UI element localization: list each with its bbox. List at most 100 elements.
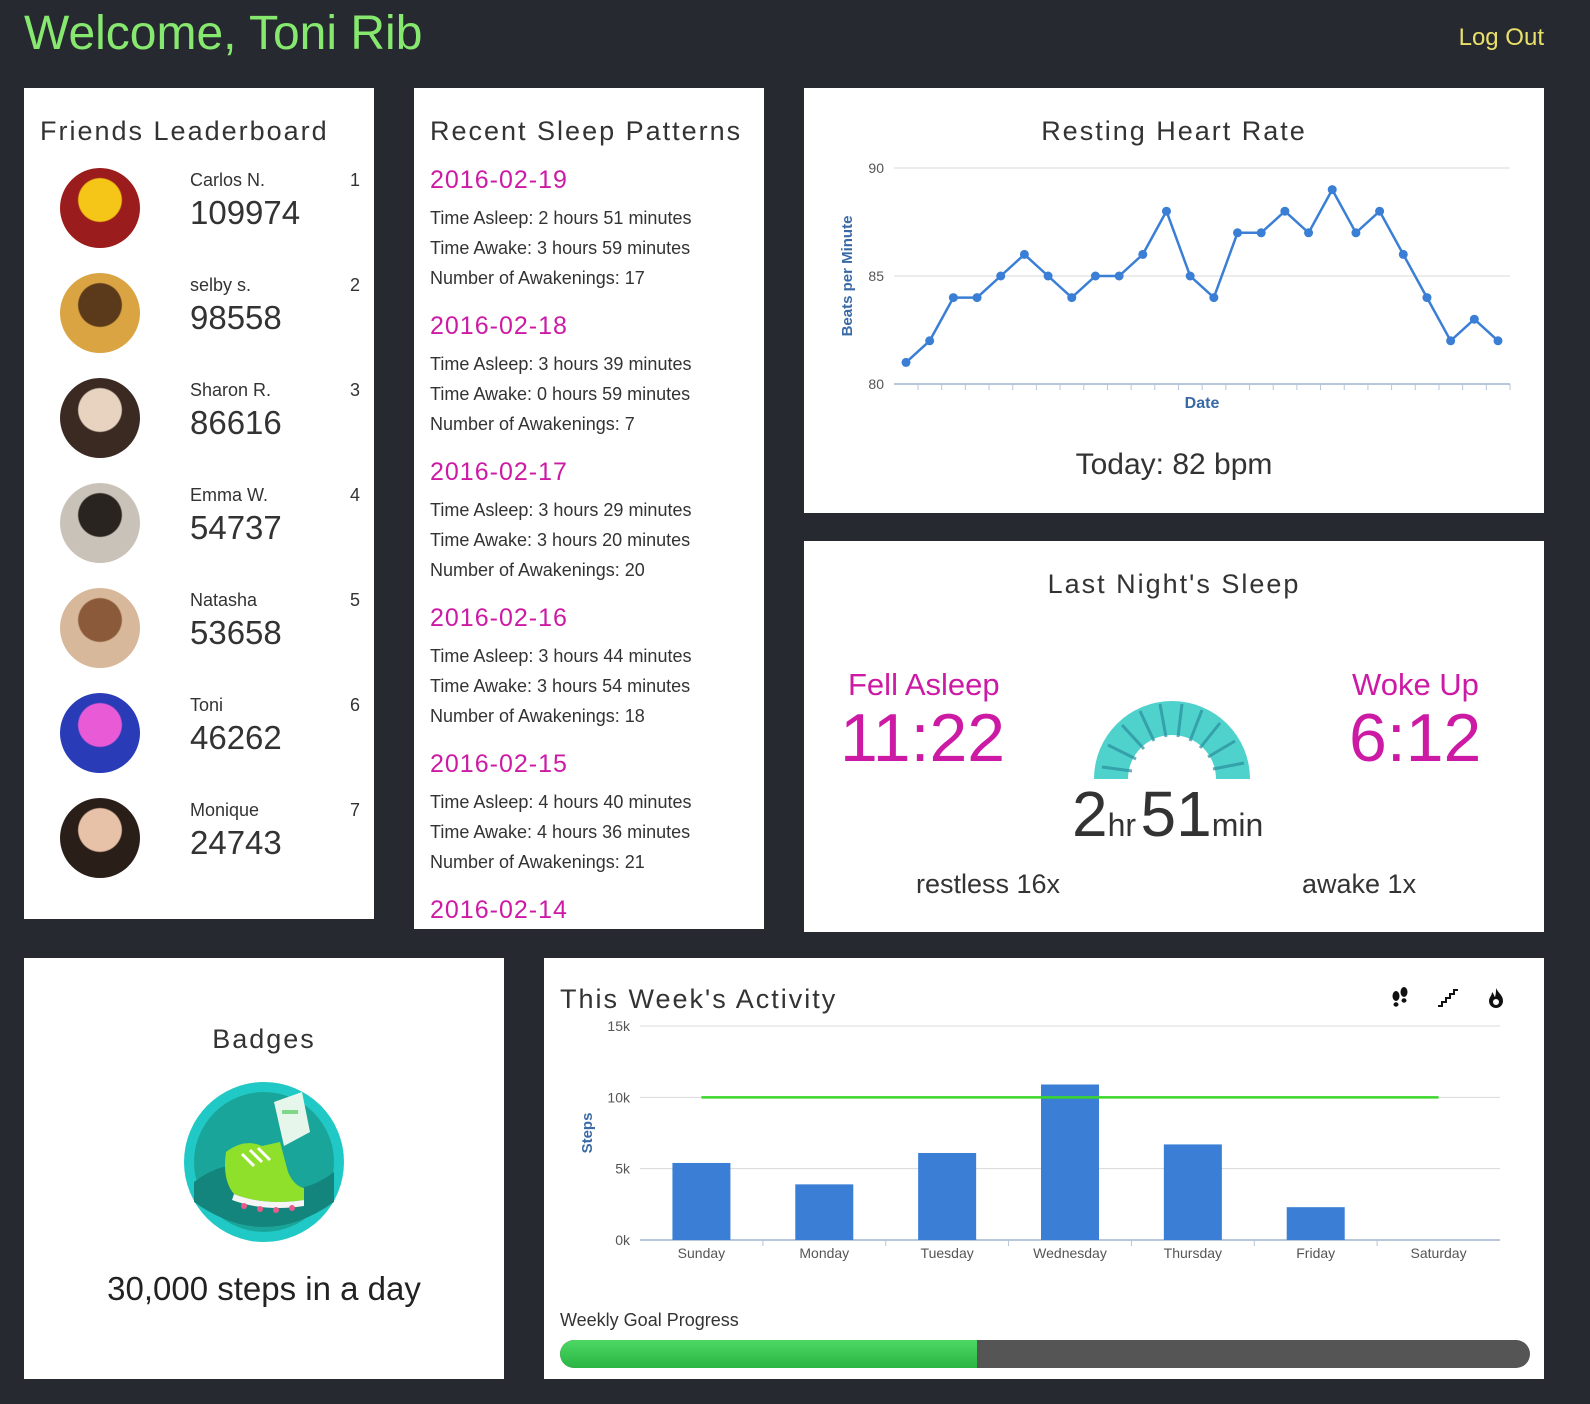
leaderboard-name: Natasha bbox=[190, 590, 258, 610]
sleep-date: 2016-02-17 bbox=[430, 458, 568, 486]
leaderboard-rank: 1 bbox=[350, 170, 361, 190]
leaderboard-row[interactable]: selby s. 2 98558 bbox=[60, 273, 360, 363]
leaderboard-score: 24743 bbox=[190, 824, 282, 861]
x-tick-label: Monday bbox=[799, 1245, 849, 1261]
leaderboard-name: Carlos N. bbox=[190, 170, 266, 190]
leaderboard-row[interactable]: Carlos N. 1 109974 bbox=[60, 168, 360, 258]
welcome-heading: Welcome, Toni Rib bbox=[24, 7, 423, 60]
leaderboard-score: 46262 bbox=[190, 719, 282, 756]
stairs-icon[interactable] bbox=[1436, 986, 1460, 1010]
sleep-pattern-entry: 2016-02-17 Time Asleep: 3 hours 29 minute… bbox=[430, 458, 760, 585]
leaderboard-rank: 6 bbox=[350, 695, 361, 715]
awake-count: awake 1x bbox=[1302, 869, 1417, 899]
y-tick-label: 90 bbox=[868, 160, 884, 176]
time-asleep: Time Asleep: 3 hours 39 minutes bbox=[430, 354, 692, 374]
avatar[interactable] bbox=[60, 168, 140, 248]
number-of-awakenings: Number of Awakenings: 21 bbox=[430, 852, 645, 872]
heart-rate-point bbox=[1067, 293, 1077, 303]
leaderboard-rank: 2 bbox=[350, 275, 361, 295]
leaderboard-row[interactable]: Toni 6 46262 bbox=[60, 693, 360, 783]
logout-link[interactable]: Log Out bbox=[1459, 24, 1544, 52]
fell-asleep-label: Fell Asleep bbox=[848, 667, 1000, 702]
x-tick-label: Saturday bbox=[1411, 1245, 1467, 1261]
heart-rate-point bbox=[1351, 228, 1361, 238]
x-axis-label: Date bbox=[1185, 395, 1220, 412]
leaderboard-rank: 4 bbox=[350, 485, 361, 505]
x-tick-label: Tuesday bbox=[921, 1245, 974, 1261]
avatar[interactable] bbox=[60, 588, 140, 668]
sleep-hours: 2 bbox=[1072, 778, 1108, 850]
heart-rate-point bbox=[996, 271, 1006, 281]
weekly-steps-chart: 0k 5k 10k 15k Sunday Monday Tuesday Wednesday Th… bbox=[579, 1018, 1500, 1261]
time-awake: Time Awake: 3 hours 20 minutes bbox=[430, 530, 691, 550]
y-tick-label: 85 bbox=[868, 268, 884, 284]
weekly-goal-label: Weekly Goal Progress bbox=[560, 1310, 739, 1330]
leaderboard-row[interactable]: Monique 7 24743 bbox=[60, 798, 360, 888]
heart-rate-point bbox=[1422, 293, 1432, 303]
sleep-date: 2016-02-14 bbox=[430, 896, 568, 924]
number-of-awakenings: Number of Awakenings: 20 bbox=[430, 560, 645, 580]
flame-icon[interactable] bbox=[1484, 986, 1508, 1010]
sleep-duration: 2hr 51min bbox=[1072, 777, 1263, 851]
number-of-awakenings: Number of Awakenings: 17 bbox=[430, 268, 645, 288]
avatar[interactable] bbox=[60, 798, 140, 878]
heart-rate-point bbox=[1019, 249, 1029, 259]
leaderboard-score: 86616 bbox=[190, 404, 282, 441]
leaderboard-name: Toni bbox=[190, 695, 224, 715]
steps-bar bbox=[1041, 1084, 1099, 1240]
leaderboard-name: Sharon R. bbox=[190, 380, 272, 400]
time-asleep: Time Asleep: 3 hours 29 minutes bbox=[430, 500, 692, 520]
fell-asleep-time: 11:22 bbox=[840, 700, 1006, 776]
sleep-pattern-entry: 2016-02-15 Time Asleep: 4 hours 40 minute… bbox=[430, 750, 760, 877]
sneaker-badge-icon[interactable] bbox=[184, 1082, 344, 1242]
sleep-pattern-entry: 2016-02-19 Time Asleep: 2 hours 51 minute… bbox=[430, 166, 760, 293]
avatar[interactable] bbox=[60, 378, 140, 458]
restless-count: restless 16x bbox=[916, 869, 1061, 899]
heart-rate-point bbox=[925, 336, 935, 346]
heart-rate-point bbox=[1327, 185, 1337, 195]
time-awake: Time Awake: 3 hours 59 minutes bbox=[430, 238, 691, 258]
leaderboard-row[interactable]: Emma W. 4 54737 bbox=[60, 483, 360, 573]
x-tick-label: Sunday bbox=[678, 1245, 725, 1261]
sleep-minutes-unit: min bbox=[1211, 807, 1264, 843]
leaderboard-row[interactable]: Sharon R. 3 86616 bbox=[60, 378, 360, 468]
heart-rate-point bbox=[1446, 336, 1456, 346]
heart-rate-point bbox=[1114, 271, 1124, 281]
y-tick-label: 0k bbox=[615, 1232, 631, 1248]
leaderboard-rank: 5 bbox=[350, 590, 361, 610]
y-tick-label: 10k bbox=[607, 1089, 631, 1105]
badge-description: 30,000 steps in a day bbox=[107, 1270, 421, 1307]
steps-bar bbox=[795, 1184, 854, 1240]
heart-rate-chart: 80 85 90 Date Beats per Minute bbox=[839, 160, 1511, 412]
steps-bar bbox=[1286, 1207, 1345, 1240]
heart-rate-point bbox=[948, 293, 958, 303]
number-of-awakenings: Number of Awakenings: 7 bbox=[430, 414, 635, 434]
avatar[interactable] bbox=[60, 483, 140, 563]
y-axis-label: Steps bbox=[579, 1113, 596, 1154]
time-asleep: Time Asleep: 3 hours 44 minutes bbox=[430, 646, 692, 666]
footsteps-icon[interactable] bbox=[1388, 986, 1412, 1010]
heart-rate-point bbox=[1138, 249, 1148, 259]
leaderboard-name: Monique bbox=[190, 800, 260, 820]
y-tick-label: 5k bbox=[615, 1161, 631, 1177]
time-asleep: Time Asleep: 4 hours 40 minutes bbox=[430, 792, 692, 812]
weekly-activity-panel: This Week's Activity 0k 5k 10k 15k Sunday Mon… bbox=[544, 958, 1544, 1379]
heart-rate-point bbox=[901, 357, 911, 367]
heart-rate-point bbox=[1304, 228, 1314, 238]
resting-heart-rate-panel: Resting Heart Rate 80 85 90 Date Beats per M… bbox=[804, 88, 1544, 513]
y-axis-label: Beats per Minute bbox=[839, 216, 856, 337]
heart-rate-point bbox=[1398, 249, 1408, 259]
weekly-goal-progress-fill bbox=[560, 1340, 978, 1368]
sleep-gauge-icon bbox=[1092, 701, 1252, 786]
x-tick-label: Thursday bbox=[1164, 1245, 1222, 1261]
avatar[interactable] bbox=[60, 693, 140, 773]
heart-rate-point bbox=[1233, 228, 1243, 238]
y-tick-label: 80 bbox=[868, 376, 884, 392]
last-nights-sleep-panel: Last Night's Sleep Fell Asleep 11:22 Wok… bbox=[804, 541, 1544, 932]
badges-title: Badges bbox=[212, 1024, 316, 1054]
leaderboard-name: selby s. bbox=[190, 275, 252, 295]
activity-title: This Week's Activity bbox=[560, 984, 838, 1014]
leaderboard-row[interactable]: Natasha 5 53658 bbox=[60, 588, 360, 678]
steps-bar bbox=[672, 1162, 731, 1240]
avatar[interactable] bbox=[60, 273, 140, 353]
